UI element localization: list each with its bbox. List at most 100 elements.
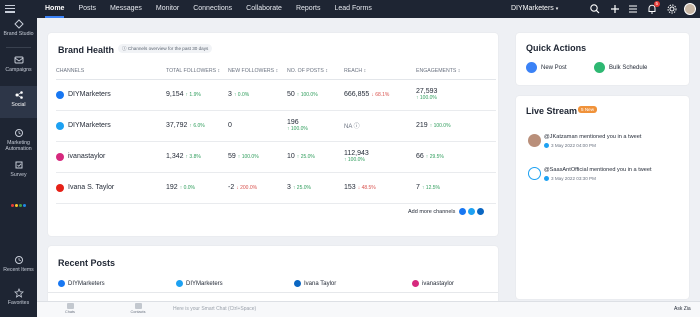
mention-text: @SaasAntOfficial mentioned you in a twee… xyxy=(544,167,652,173)
mention-date: 3 May 2022 04:00 PM xyxy=(544,143,596,148)
divider xyxy=(48,292,498,293)
new-followers: -2 xyxy=(228,184,235,191)
rail-item-recent-items[interactable]: Recent Items xyxy=(0,255,37,273)
table-row[interactable]: DIYMarketers 37,792 ↑ 6.0% 0 196 ↑ 100.0% … xyxy=(56,110,496,142)
tab-label: ivanastaylor xyxy=(422,280,455,287)
rail-divider xyxy=(6,47,31,48)
search-icon[interactable] xyxy=(589,3,601,15)
delta-value: 100.0% xyxy=(419,95,437,101)
channel-name: Ivana S. Taylor xyxy=(68,184,115,191)
gear-icon[interactable] xyxy=(666,3,678,15)
table-row[interactable]: Ivana S. Taylor 192 ↑ 0.0% -2 ↓ 200.0% 3 ↑ … xyxy=(56,172,496,204)
nav-posts[interactable]: Posts xyxy=(78,0,96,18)
date-text: 3 May 2022 03:30 PM xyxy=(551,176,596,181)
delta-value: 1.9% xyxy=(189,92,201,98)
nav-messages[interactable]: Messages xyxy=(110,0,142,18)
delta-value: 48.5% xyxy=(361,185,376,191)
top-bar: Home Posts Messages Monitor Connections … xyxy=(37,0,700,18)
contacts-button[interactable]: Contacts xyxy=(125,303,151,314)
new-post-label: New Post xyxy=(541,64,567,71)
col-engagements[interactable]: ENGAGEMENTS ↕ xyxy=(416,64,496,80)
info-icon: ⓘ xyxy=(352,124,360,130)
facebook-icon xyxy=(459,208,467,215)
sort-icon: ↕ xyxy=(216,68,221,75)
contacts-label: Contacts xyxy=(130,310,146,314)
brand-name: DIYMarketers xyxy=(511,5,554,12)
delta-up: ↑ 3.8% xyxy=(185,154,201,160)
posts-count: 196 xyxy=(287,119,299,126)
twitter-icon xyxy=(468,208,476,215)
nav-monitor[interactable]: Monitor xyxy=(156,0,179,18)
quick-actions-title: Quick Actions xyxy=(526,43,587,53)
brand-selector[interactable]: DIYMarketers ▾ xyxy=(511,0,558,18)
col-no-of-posts[interactable]: NO. OF POSTS ↕ xyxy=(287,64,344,80)
more-apps-icon[interactable] xyxy=(11,202,27,209)
list-icon[interactable] xyxy=(627,3,639,15)
hint-text: Channels overview for the past 30 days xyxy=(127,46,209,51)
new-count-badge[interactable]: 5 New xyxy=(578,106,598,113)
recent-posts-card: Recent Posts xyxy=(48,246,498,306)
facebook-icon xyxy=(58,280,65,287)
rail-item-social[interactable]: Social xyxy=(0,86,37,118)
main-nav: Home Posts Messages Monitor Connections … xyxy=(45,0,386,18)
rail-item-marketing-automation[interactable]: Marketing Automation xyxy=(0,128,37,152)
reach-value: 666,855 xyxy=(344,91,370,98)
table-row[interactable]: ivanastaylor 1,342 ↑ 3.8% 59 ↑ 100.0% 10 ↑ … xyxy=(56,141,496,173)
nav-connections[interactable]: Connections xyxy=(193,0,232,18)
live-stream-item[interactable]: @JKatzaman mentioned you in a tweet 3 Ma… xyxy=(528,134,688,156)
delta-up: ↑ 100.0% xyxy=(287,126,308,132)
chevron-down-icon: ▾ xyxy=(555,6,559,12)
smart-chat-input[interactable]: Here is your Smart Chat (Ctrl+Space) xyxy=(173,306,256,312)
delta-value: 68.1% xyxy=(375,92,390,98)
chats-label: Chats xyxy=(65,310,75,314)
chats-button[interactable]: Chats xyxy=(57,303,83,314)
total-followers: 9,154 xyxy=(166,91,184,98)
add-icon[interactable] xyxy=(609,3,621,15)
add-more-label: Add more channels xyxy=(408,208,456,215)
live-stream-item[interactable]: @SaasAntOfficial mentioned you in a twee… xyxy=(528,167,688,189)
sort-icon: ↕ xyxy=(456,68,461,75)
new-followers: 59 xyxy=(228,153,236,160)
mention-text: @JKatzaman mentioned you in a tweet xyxy=(544,134,642,140)
col-label: TOTAL FOLLOWERS xyxy=(166,68,217,75)
col-channels: CHANNELS xyxy=(56,64,166,80)
new-post-button[interactable]: New Post xyxy=(526,62,567,73)
sort-icon: ↕ xyxy=(274,68,279,75)
posts-count: 50 xyxy=(287,91,295,98)
recent-post-tab[interactable]: ivanastaylor xyxy=(412,280,454,287)
delta-up: ↑ 100.0% xyxy=(429,123,451,129)
user-avatar[interactable] xyxy=(684,3,696,15)
col-reach[interactable]: REACH ↕ xyxy=(344,64,416,80)
survey-icon xyxy=(15,161,22,169)
ask-zia-button[interactable]: Ask Zia xyxy=(674,306,691,312)
recent-post-tab[interactable]: DIYMarketers xyxy=(58,280,105,287)
recent-post-tab[interactable]: DIYMarketers xyxy=(176,280,223,287)
live-stream-card: Live Stream xyxy=(516,96,689,299)
delta-up: ↑ 100.0% xyxy=(344,157,365,163)
nav-reports[interactable]: Reports xyxy=(296,0,321,18)
rail-item-survey[interactable]: Survey xyxy=(0,160,37,178)
table-row[interactable]: DIYMarketers 9,154 ↑ 1.9% 3 ↑ 0.0% 50 ↑ 100… xyxy=(56,79,496,111)
nav-collaborate[interactable]: Collaborate xyxy=(246,0,282,18)
hamburger-menu-icon[interactable] xyxy=(5,5,15,13)
delta-up: ↑ 100.0% xyxy=(296,92,318,98)
nav-home[interactable]: Home xyxy=(45,0,65,18)
rail-label: Campaigns xyxy=(5,67,32,73)
rail-item-campaigns[interactable]: Campaigns xyxy=(0,55,37,73)
tab-label: DIYMarketers xyxy=(68,280,105,287)
rail-item-favorites[interactable]: Favorites xyxy=(0,288,37,306)
twitter-icon xyxy=(176,280,183,287)
col-new-followers[interactable]: NEW FOLLOWERS ↕ xyxy=(228,64,287,80)
delta-up: ↑ 12.5% xyxy=(421,185,440,191)
recent-post-tab[interactable]: Ivana Taylor xyxy=(294,280,336,287)
brand-health-hint: ⓘ Channels overview for the past 30 days xyxy=(118,44,213,53)
delta-value: 100.0% xyxy=(241,154,259,160)
date-text: 3 May 2022 04:00 PM xyxy=(551,143,596,148)
bulk-schedule-button[interactable]: Bulk Schedule xyxy=(594,62,647,73)
nav-lead-forms[interactable]: Lead Forms xyxy=(334,0,371,18)
rail-item-brand-studio[interactable]: Brand Studio xyxy=(0,19,37,37)
instagram-icon xyxy=(412,280,419,287)
col-total-followers[interactable]: TOTAL FOLLOWERS ↕ xyxy=(166,64,228,80)
tab-label: Ivana Taylor xyxy=(304,280,337,287)
add-more-channels-link[interactable]: Add more channels xyxy=(408,208,485,215)
